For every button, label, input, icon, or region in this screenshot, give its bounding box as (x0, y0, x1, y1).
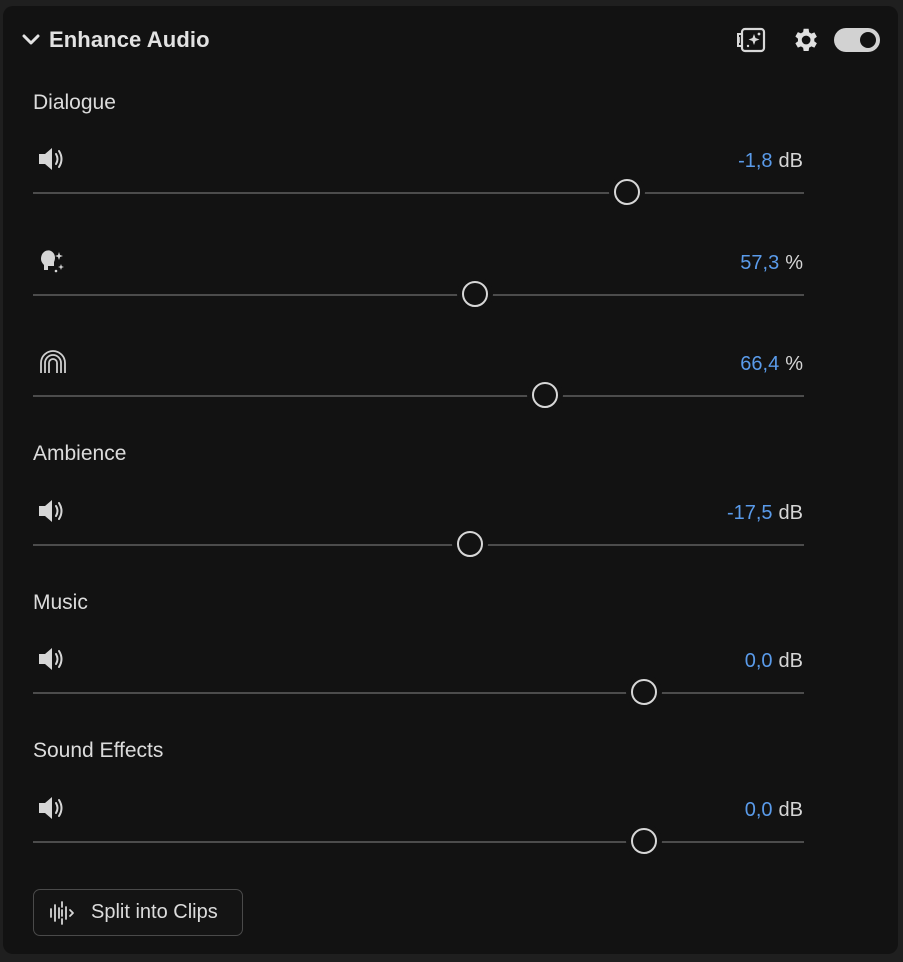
slider-track (33, 841, 804, 843)
enable-toggle[interactable] (834, 28, 880, 52)
ambience-volume-slider[interactable] (33, 530, 804, 560)
split-into-clips-button[interactable]: Split into Clips (33, 889, 243, 936)
compare-icon (737, 27, 766, 53)
ambience-volume-row: -17,5 dB (3, 494, 898, 574)
music-volume-slider[interactable] (33, 678, 804, 708)
sound-effects-volume-row: 0,0 dB (3, 791, 898, 871)
chevron-down-icon (22, 34, 40, 45)
speech-enhance-icon (41, 250, 64, 273)
dialogue-speech-enhance-row: 57,3% (3, 244, 898, 324)
slider-thumb[interactable] (531, 382, 558, 408)
enhance-audio-panel: Enhance Audio Dialogue -1,8 dB 57,3 % 66… (3, 6, 898, 954)
slider-track (33, 395, 804, 397)
section-label-ambience: Ambience (33, 442, 127, 465)
split-waveform-icon (50, 901, 74, 925)
speaker-icon (39, 648, 63, 670)
slider-thumb[interactable] (631, 679, 658, 705)
section-label-dialogue: Dialogue (33, 91, 116, 114)
dialogue-volume-row: -1,8 dB (3, 142, 898, 222)
music-volume-row: 0,0 dB (3, 642, 898, 722)
section-label-music: Music (33, 591, 88, 614)
speaker-icon (39, 797, 63, 819)
speaker-icon (39, 500, 63, 522)
compare-button[interactable] (734, 23, 768, 57)
gear-icon (795, 28, 817, 51)
settings-button[interactable] (788, 23, 822, 57)
dialogue-volume-slider[interactable] (33, 178, 804, 208)
dialogue-reverb-row: 66,4% (3, 345, 898, 425)
sound-effects-volume-slider[interactable] (33, 827, 804, 857)
dialogue-reverb-slider[interactable] (33, 381, 804, 411)
slider-thumb[interactable] (631, 828, 658, 854)
slider-thumb[interactable] (613, 179, 640, 205)
panel-title: Enhance Audio (49, 27, 210, 52)
reverb-icon (40, 350, 66, 373)
sound-effects-volume-value[interactable]: 0,0 dB (745, 799, 803, 822)
dialogue-speech-enhance-slider[interactable] (33, 280, 804, 310)
music-volume-value[interactable]: 0,0 dB (745, 650, 803, 673)
collapse-button[interactable] (17, 26, 45, 54)
panel-header: Enhance Audio (3, 6, 898, 76)
dialogue-speech-enhance-value[interactable]: 57,3% (740, 252, 803, 275)
slider-track (33, 192, 804, 194)
slider-track (33, 294, 804, 296)
slider-track (33, 544, 804, 546)
speaker-icon (39, 148, 63, 170)
slider-thumb[interactable] (461, 281, 488, 307)
toggle-knob (860, 32, 876, 48)
dialogue-volume-value[interactable]: -1,8 dB (738, 150, 803, 173)
slider-thumb[interactable] (457, 531, 484, 557)
split-into-clips-label: Split into Clips (91, 901, 218, 923)
section-label-sound-effects: Sound Effects (33, 739, 164, 762)
slider-track (33, 692, 804, 694)
ambience-volume-value[interactable]: -17,5 dB (727, 502, 803, 525)
dialogue-reverb-value[interactable]: 66,4% (740, 353, 803, 376)
